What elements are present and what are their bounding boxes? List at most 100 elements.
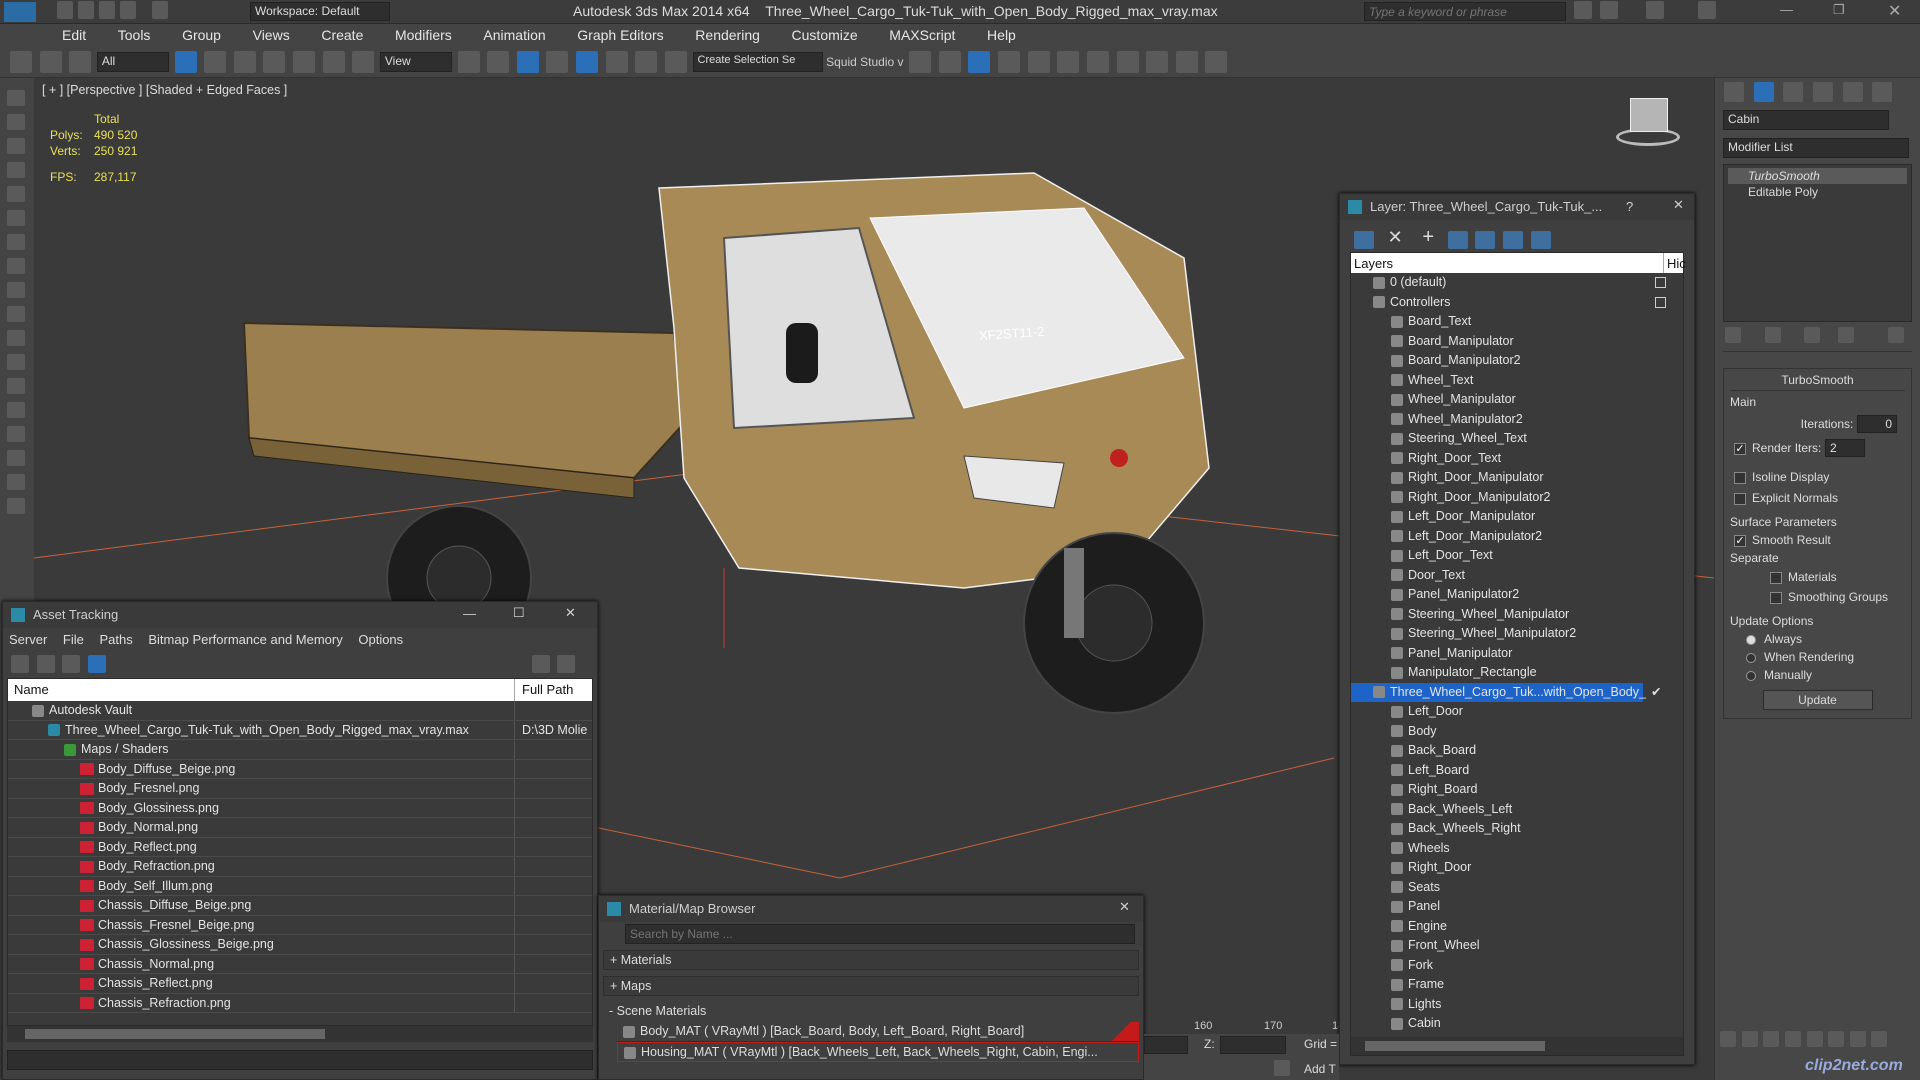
tool-icon-5[interactable] xyxy=(7,186,25,202)
edit-named-sets-icon[interactable] xyxy=(664,51,687,73)
layer-row[interactable]: Fork xyxy=(1351,956,1683,976)
menu-group[interactable]: Group xyxy=(168,24,235,46)
hide-toggle[interactable] xyxy=(1655,296,1666,308)
layer-row[interactable]: Back_Wheels_Right xyxy=(1351,819,1683,839)
layer-hscrollbar[interactable] xyxy=(1351,1037,1683,1055)
close-icon[interactable]: ✕ xyxy=(1119,899,1130,915)
selection-filter-dropdown[interactable]: All xyxy=(96,52,169,72)
materials-checkbox[interactable] xyxy=(1770,571,1782,584)
goto-start-icon[interactable] xyxy=(1720,1030,1736,1047)
viewport-label[interactable]: [ + ] [Perspective ] [Shaded + Edged Fac… xyxy=(42,83,287,97)
asset-row[interactable]: Chassis_Diffuse_Beige.png xyxy=(8,896,592,916)
play-icon[interactable] xyxy=(1741,1030,1758,1047)
open-file-icon[interactable] xyxy=(78,1,94,19)
manually-radio[interactable] xyxy=(1746,670,1756,681)
select-by-name-icon[interactable] xyxy=(204,51,227,73)
menu-animation[interactable]: Animation xyxy=(469,24,559,46)
layer-row[interactable]: Back_Wheels_Left xyxy=(1351,800,1683,820)
unlink-icon[interactable] xyxy=(39,51,62,73)
add-layer-icon[interactable]: + xyxy=(1422,226,1434,248)
menu-maxscript[interactable]: MAXScript xyxy=(875,24,969,46)
modifier-list-dropdown[interactable]: Modifier List xyxy=(1723,138,1909,158)
menu-help[interactable]: Help xyxy=(973,24,1030,46)
layer-row[interactable]: Left_Door xyxy=(1351,702,1683,722)
layer-row[interactable]: Cabin xyxy=(1351,1014,1683,1034)
align-icon[interactable] xyxy=(938,51,961,73)
help-icon[interactable] xyxy=(531,655,550,673)
iterations-spinner[interactable]: 0 xyxy=(1857,415,1897,433)
percent-snap-icon[interactable] xyxy=(605,51,628,73)
render-setup-icon[interactable] xyxy=(1116,51,1139,73)
pin-stack-icon[interactable] xyxy=(1725,326,1741,343)
close-icon[interactable]: ✕ xyxy=(1673,197,1684,213)
layer-row[interactable]: Frame xyxy=(1351,975,1683,995)
render-iters-spinner[interactable]: 2 xyxy=(1825,439,1865,457)
add-time-tag-label[interactable]: Add T xyxy=(1304,1062,1336,1076)
layer-row[interactable]: Wheel_Manipulator2 xyxy=(1351,410,1683,430)
z-field[interactable] xyxy=(1220,1036,1286,1054)
asset-menu-file[interactable]: File xyxy=(63,632,84,647)
always-radio[interactable] xyxy=(1746,634,1756,645)
tool-icon-13[interactable] xyxy=(7,378,25,394)
undo-icon[interactable] xyxy=(120,1,136,19)
menu-tools[interactable]: Tools xyxy=(104,24,165,46)
window-crossing-icon[interactable] xyxy=(263,51,286,73)
layer-row[interactable]: Body xyxy=(1351,722,1683,742)
asset-row[interactable]: Body_Glossiness.png xyxy=(8,798,592,818)
configure-sets-icon[interactable] xyxy=(1887,326,1904,343)
tool-icon-14[interactable] xyxy=(7,402,25,418)
angle-snap-icon[interactable] xyxy=(576,51,598,73)
asset-row[interactable]: Chassis_Reflect.png xyxy=(8,974,592,994)
hide-layer-icon[interactable] xyxy=(1530,230,1551,249)
rendered-frame-icon[interactable] xyxy=(1146,51,1169,73)
orbit-icon[interactable] xyxy=(1871,1030,1888,1047)
isoline-checkbox[interactable] xyxy=(1734,471,1746,484)
tool-icon-15[interactable] xyxy=(7,426,25,442)
layer-row[interactable]: Board_Manipulator2 xyxy=(1351,351,1683,371)
hierarchy-tab-icon[interactable] xyxy=(1783,82,1804,102)
render-iters-checkbox[interactable] xyxy=(1734,442,1746,455)
help-icon[interactable] xyxy=(1698,1,1716,19)
rect-selection-icon[interactable] xyxy=(233,51,256,73)
help-icon[interactable]: ? xyxy=(1626,199,1633,214)
col-name[interactable]: Name xyxy=(14,682,49,697)
tool-icon-9[interactable] xyxy=(7,282,25,298)
spinner-snap-icon[interactable] xyxy=(635,51,658,73)
asset-menu-server[interactable]: Server xyxy=(9,632,47,647)
show-end-result-icon[interactable] xyxy=(1764,326,1781,343)
thumbnail-view-icon[interactable] xyxy=(62,655,81,673)
list-view-icon[interactable] xyxy=(36,655,55,673)
layer-row[interactable]: Right_Door_Manipulator2 xyxy=(1351,488,1683,508)
materials-section[interactable]: + Materials xyxy=(603,950,1139,970)
close-icon[interactable]: ✕ xyxy=(1888,1,1901,21)
viewcube[interactable] xyxy=(1606,98,1686,148)
select-object-icon[interactable] xyxy=(174,51,197,73)
layer-row[interactable]: Steering_Wheel_Manipulator xyxy=(1351,605,1683,625)
select-layer-icon[interactable] xyxy=(1475,230,1496,249)
layer-row[interactable]: Manipulator_Rectangle xyxy=(1351,663,1683,683)
rollout-title[interactable]: TurboSmooth xyxy=(1730,373,1905,391)
scene-materials-section[interactable]: - Scene Materials xyxy=(603,1002,1139,1022)
delete-layer-icon[interactable]: ✕ xyxy=(1388,227,1403,247)
asset-hscrollbar[interactable] xyxy=(7,1026,593,1042)
tool-icon-1[interactable] xyxy=(7,90,25,106)
next-frame-icon[interactable] xyxy=(1763,1030,1780,1047)
make-unique-icon[interactable] xyxy=(1804,326,1821,343)
keyboard-shortcut-icon[interactable] xyxy=(516,51,539,73)
key-icon[interactable] xyxy=(1600,1,1618,19)
asset-row[interactable]: Maps / Shaders xyxy=(8,740,592,760)
help-search-input[interactable] xyxy=(1364,2,1566,21)
select-manipulate-icon[interactable] xyxy=(487,51,510,73)
layer-row[interactable]: Back_Board xyxy=(1351,741,1683,761)
asset-row[interactable]: Three_Wheel_Cargo_Tuk-Tuk_with_Open_Body… xyxy=(8,720,592,740)
update-button[interactable]: Update xyxy=(1762,690,1873,710)
material-browser-titlebar[interactable]: Material/Map Browser ✕ xyxy=(599,896,1143,922)
tool-icon-16[interactable] xyxy=(7,450,25,466)
layer-row[interactable]: Door_Text xyxy=(1351,566,1683,586)
menu-edit[interactable]: Edit xyxy=(48,24,100,46)
tool-icon-6[interactable] xyxy=(7,210,25,226)
modify-tab-icon[interactable] xyxy=(1753,82,1774,102)
layer-row[interactable]: Right_Door_Text xyxy=(1351,449,1683,469)
layer-row[interactable]: Controllers xyxy=(1351,293,1683,313)
object-name-field[interactable]: Cabin xyxy=(1723,110,1889,130)
